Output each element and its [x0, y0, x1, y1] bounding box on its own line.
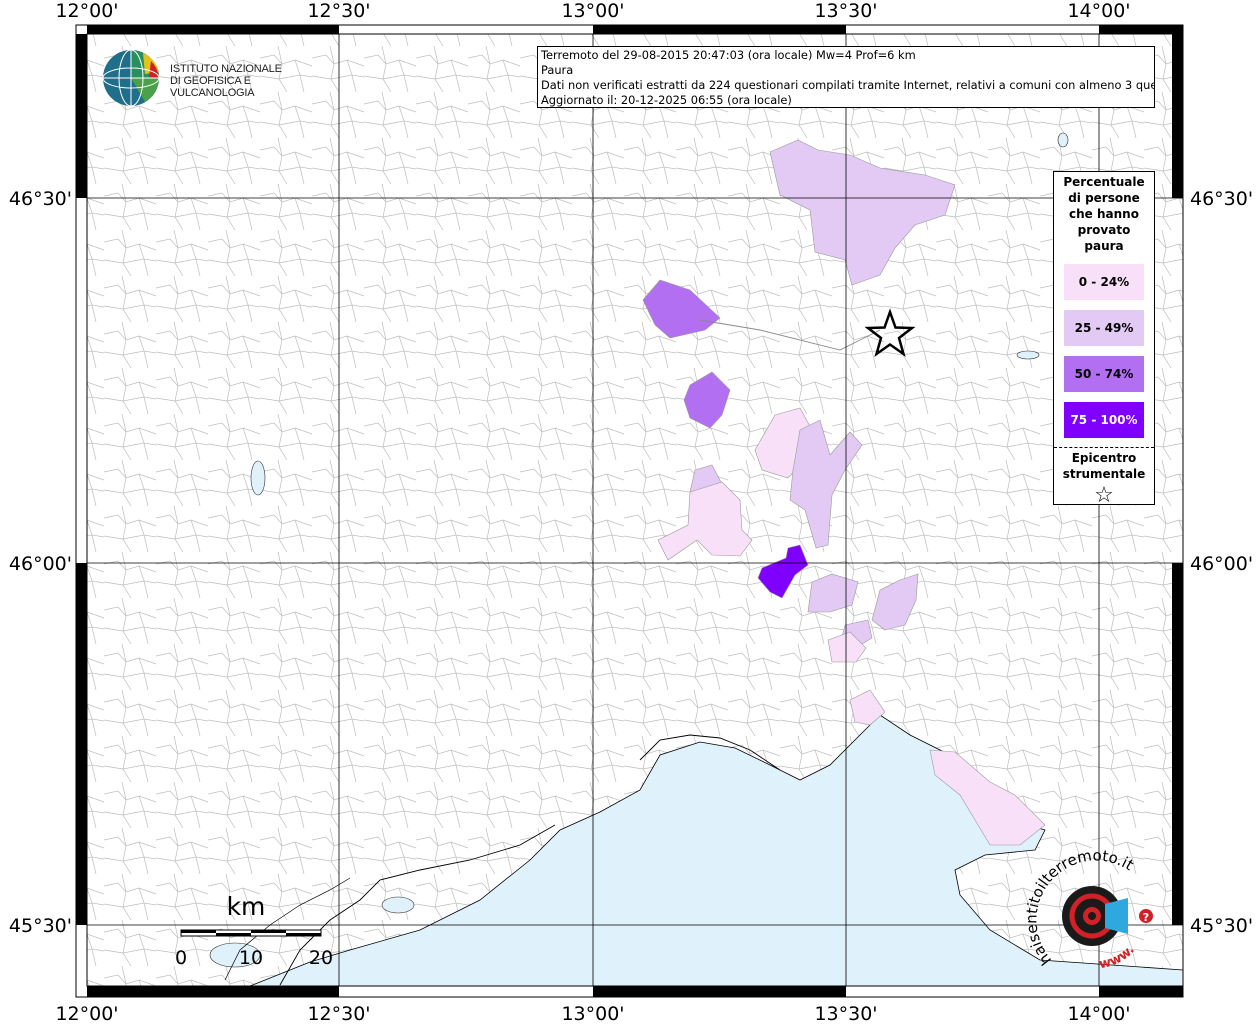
source-note-line: Dati non verificati estratti da 224 ques… — [541, 78, 1155, 92]
svg-text:13°30': 13°30' — [814, 1003, 877, 1024]
hsit-question: ? — [1143, 911, 1149, 924]
legend-title: Percentuale di persone che hanno provato… — [1063, 175, 1145, 253]
lake-garda-small — [250, 460, 266, 496]
legend-item-50-74: 50 - 74% — [1064, 356, 1144, 392]
legend-epicenter-label: Epicentro strumentale — [1062, 451, 1146, 481]
svg-text:45°30': 45°30' — [9, 915, 72, 937]
scale-tick: 10 — [239, 947, 263, 969]
scale-tick: 20 — [309, 947, 333, 969]
lat-labels-left: 46°30' 46°00' 45°30' — [9, 188, 72, 937]
svg-text:45°30': 45°30' — [1190, 915, 1253, 937]
parameter-line: Paura — [541, 63, 574, 77]
earthquake-info-box: Terremoto del 29-08-2015 20:47:03 (ora l… — [537, 46, 1155, 108]
svg-text:12°30': 12°30' — [307, 1003, 370, 1024]
lon-labels-bottom: 12°00' 12°30' 13°00' 13°30' 14°00' — [55, 1003, 1130, 1024]
svg-text:14°00': 14°00' — [1067, 1003, 1130, 1024]
lake — [1016, 350, 1040, 360]
legend-star-icon: ☆ — [1094, 483, 1114, 508]
svg-text:13°00': 13°00' — [561, 1003, 624, 1024]
scale-tick: 0 — [175, 947, 187, 969]
svg-text:12°00': 12°00' — [55, 0, 118, 22]
svg-text:13°30': 13°30' — [814, 0, 877, 22]
event-line: Terremoto del 29-08-2015 20:47:03 (ora l… — [541, 48, 916, 62]
ingv-name-line2: DI GEOFISICA E VULCANOLOGIA — [170, 75, 255, 99]
svg-text:46°30': 46°30' — [9, 188, 72, 210]
legend: Percentuale di persone che hanno provato… — [1053, 171, 1155, 508]
svg-text:12°30': 12°30' — [307, 0, 370, 22]
globe-icon — [102, 49, 160, 107]
svg-text:46°30': 46°30' — [1190, 188, 1253, 210]
svg-text:46°00': 46°00' — [9, 553, 72, 575]
legend-item-0-24: 0 - 24% — [1064, 264, 1144, 300]
legend-item-75-100: 75 - 100% — [1064, 402, 1144, 438]
legend-divider — [1054, 447, 1154, 448]
scale-unit: km — [227, 892, 266, 921]
legend-item-25-49: 25 - 49% — [1064, 310, 1144, 346]
svg-text:14°00': 14°00' — [1067, 0, 1130, 22]
lake — [1057, 132, 1069, 148]
ingv-logo: ISTITUTO NAZIONALE DI GEOFISICA E VULCAN… — [101, 47, 311, 109]
intensity-map: 12°00' 12°30' 13°00' 13°30' 14°00' 12°00… — [9, 0, 1253, 1024]
updated-line: Aggiornato il: 20-12-2025 06:55 (ora loc… — [541, 93, 792, 107]
svg-text:13°00': 13°00' — [561, 0, 624, 22]
ingv-name-line1: ISTITUTO NAZIONALE — [170, 63, 282, 75]
lat-labels-right: 46°30' 46°00' 45°30' — [1190, 188, 1253, 937]
svg-text:46°00': 46°00' — [1190, 553, 1253, 575]
lagoon — [381, 896, 415, 914]
svg-text:12°00': 12°00' — [55, 1003, 118, 1024]
lon-labels-top: 12°00' 12°30' 13°00' 13°30' 14°00' — [55, 0, 1130, 22]
